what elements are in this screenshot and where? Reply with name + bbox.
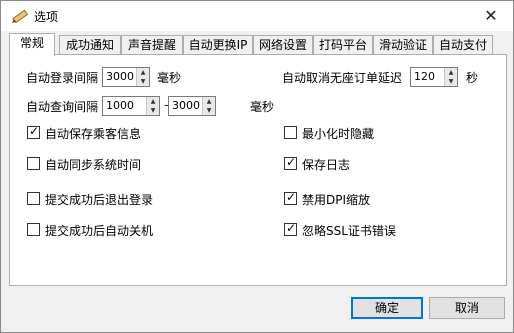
checkbox-label: 提交成功后退出登录 — [45, 193, 154, 207]
tab-auto-change-ip[interactable]: 自动更换IP — [183, 35, 253, 54]
window-title: 选项 — [34, 10, 59, 24]
auto-cancel-delay-unit: 秒 — [466, 71, 479, 85]
pencil-icon — [12, 9, 29, 24]
tab-success-notify[interactable]: 成功通知 — [59, 35, 121, 54]
check-icon: ✓ — [286, 221, 297, 235]
checkbox-logout-after-submit[interactable] — [27, 192, 40, 205]
auto-query-interval-unit: 毫秒 — [250, 100, 275, 114]
checkbox-auto-save-passenger[interactable]: ✓ — [27, 124, 40, 139]
title-bar: 选项 ✕ — [1, 1, 513, 31]
checkbox-ignore-ssl-errors[interactable]: ✓ — [284, 221, 297, 236]
checkbox-label: 保存日志 — [302, 158, 351, 172]
cancel-button[interactable]: 取消 — [429, 297, 505, 319]
auto-cancel-delay-label: 自动取消无座订单延迟 — [282, 71, 403, 85]
close-button[interactable]: ✕ — [469, 1, 513, 31]
spin-down-icon[interactable]: ▼ — [137, 77, 149, 86]
spinner-arrows: ▲ ▼ — [444, 68, 457, 86]
auto-login-interval-value: 3000 — [106, 70, 134, 83]
auto-login-interval-unit: 毫秒 — [157, 71, 182, 85]
tab-sound-alert[interactable]: 声音提醒 — [121, 35, 183, 54]
checkbox-hide-on-minimize[interactable] — [284, 126, 297, 139]
tab-captcha-platform[interactable]: 打码平台 — [313, 35, 373, 54]
check-icon: ✓ — [286, 155, 297, 169]
checkbox-label: 自动保存乘客信息 — [45, 127, 142, 141]
spin-down-icon[interactable]: ▼ — [203, 106, 215, 115]
checkbox-label: 提交成功后自动关机 — [45, 224, 154, 238]
spin-down-icon[interactable]: ▼ — [445, 77, 457, 86]
checkbox-auto-sync-time[interactable] — [27, 157, 40, 170]
checkbox-save-log[interactable]: ✓ — [284, 155, 297, 170]
checkbox-label: 自动同步系统时间 — [45, 158, 142, 172]
spinner-arrows: ▲ ▼ — [136, 68, 149, 86]
tab-strip: 常规 成功通知 声音提醒 自动更换IP 网络设置 打码平台 滑动验证 自动支付 — [9, 33, 509, 56]
auto-query-max-value: 3000 — [172, 99, 200, 112]
checkbox-label: 禁用DPI缩放 — [302, 193, 371, 207]
spinner-arrows: ▲ ▼ — [202, 97, 215, 115]
spin-down-icon[interactable]: ▼ — [147, 106, 159, 115]
auto-query-interval-label: 自动查询间隔 — [26, 100, 99, 114]
auto-query-min-value: 1000 — [106, 99, 134, 112]
checkbox-disable-dpi-scaling[interactable]: ✓ — [284, 190, 297, 205]
tab-network-settings[interactable]: 网络设置 — [253, 35, 313, 54]
tab-auto-pay[interactable]: 自动支付 — [433, 35, 493, 54]
auto-query-max-spinner[interactable]: 3000 ▲ ▼ — [168, 96, 216, 116]
general-panel: 自动登录间隔 3000 ▲ ▼ 毫秒 自动取消无座订单延迟 120 ▲ ▼ 秒 … — [9, 54, 507, 286]
checkbox-label: 忽略SSL证书错误 — [302, 224, 396, 238]
check-icon: ✓ — [29, 124, 40, 138]
checkbox-label: 最小化时隐藏 — [302, 127, 375, 141]
auto-cancel-delay-value: 120 — [414, 70, 435, 83]
tab-general[interactable]: 常规 — [9, 33, 55, 56]
auto-login-interval-spinner[interactable]: 3000 ▲ ▼ — [102, 67, 150, 87]
auto-cancel-delay-spinner[interactable]: 120 ▲ ▼ — [410, 67, 458, 87]
check-icon: ✓ — [286, 190, 297, 204]
options-dialog: 选项 ✕ 常规 成功通知 声音提醒 自动更换IP 网络设置 打码平台 滑动验证 … — [0, 0, 514, 333]
auto-login-interval-label: 自动登录间隔 — [26, 71, 99, 85]
ok-button[interactable]: 确定 — [351, 297, 423, 319]
auto-query-min-spinner[interactable]: 1000 ▲ ▼ — [102, 96, 160, 116]
tab-slide-verify[interactable]: 滑动验证 — [373, 35, 433, 54]
spinner-arrows: ▲ ▼ — [146, 97, 159, 115]
checkbox-shutdown-after-submit[interactable] — [27, 223, 40, 236]
